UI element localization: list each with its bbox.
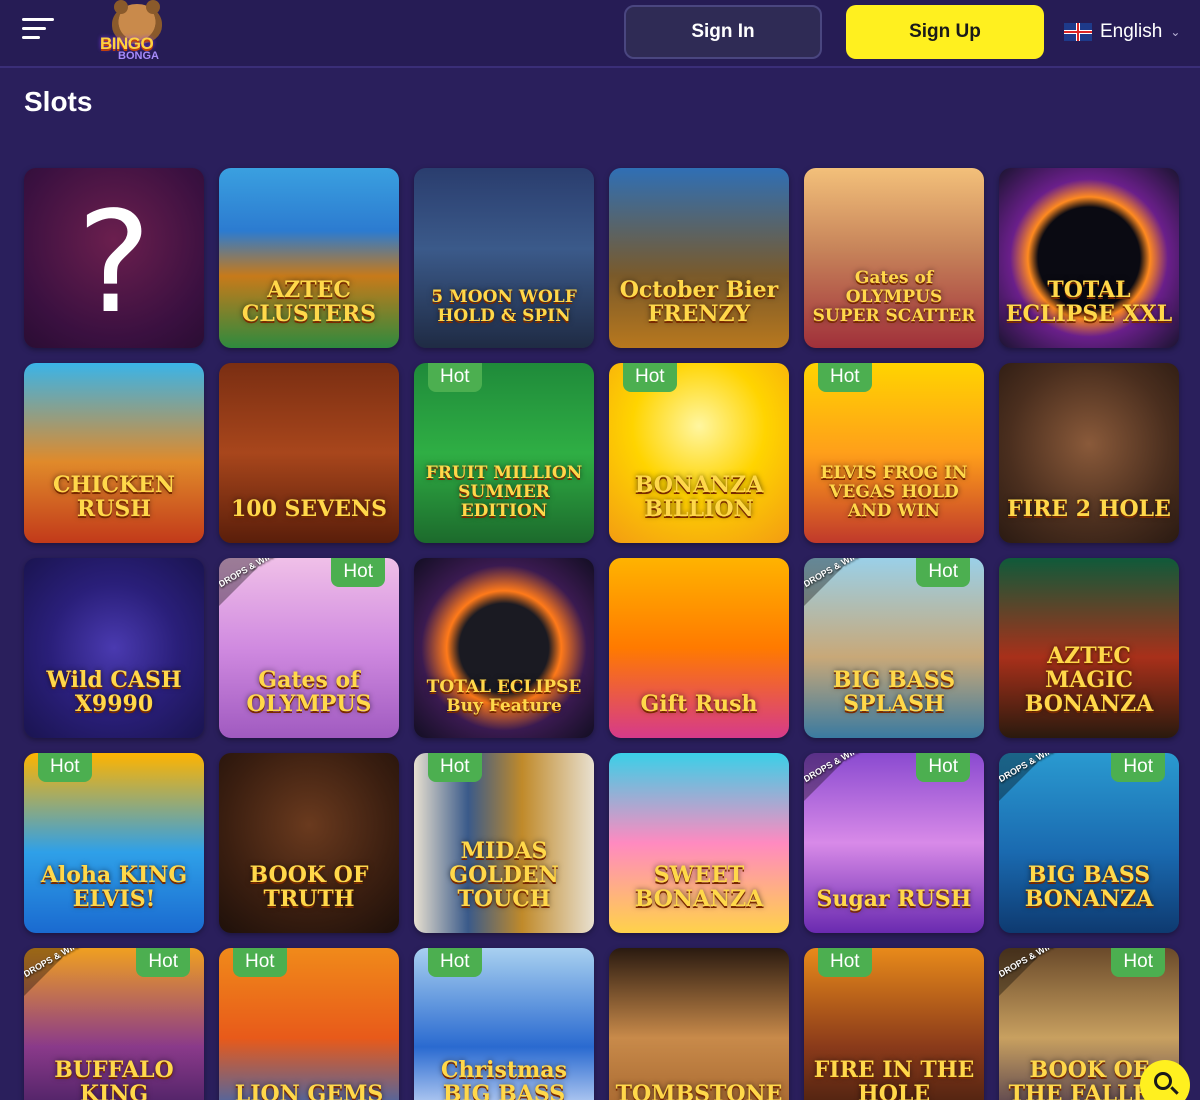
hot-badge: Hot [1111,948,1165,977]
game-tile[interactable]: BIG BASS SPLASH DROPS & WINS Hot [804,558,984,738]
game-title: Gates of OLYMPUS SUPER SCATTER [812,268,976,326]
game-title: FIRE 2 HOLE [1007,496,1171,522]
game-title: FIRE IN THE HOLE [813,1057,975,1100]
game-tile[interactable]: BOOK OF TRUTH [219,753,399,933]
game-title: 5 MOON WOLF HOLD & SPIN [431,287,577,326]
game-tile[interactable]: TOTAL ECLIPSE Buy Feature [414,558,594,738]
game-tile[interactable]: FRUIT MILLION SUMMER EDITION Hot [414,363,594,543]
game-title: CHICKEN RUSH [52,472,176,522]
game-title: Gates of OLYMPUS [246,667,372,717]
hot-badge: Hot [1111,753,1165,782]
game-title: Gift Rush [640,691,758,717]
game-tile[interactable]: AZTEC CLUSTERS [219,168,399,348]
hot-badge: Hot [916,558,970,587]
sign-in-button[interactable]: Sign In [624,5,822,59]
game-title: AZTEC MAGIC BONANZA [1024,643,1154,717]
game-title: FRUIT MILLION SUMMER EDITION [425,463,583,521]
game-title: BONANZA BILLION [634,472,764,522]
question-mark-icon: ? [76,182,152,345]
hot-badge: Hot [428,363,482,392]
game-tile[interactable]: FIRE IN THE HOLE Hot [804,948,984,1100]
game-tile[interactable]: CHICKEN RUSH [24,363,204,543]
site-logo[interactable]: BINGO BONGA [90,0,190,64]
uk-flag-icon [1064,23,1092,41]
game-title: BIG BASS BONANZA [1024,862,1154,912]
hot-badge: Hot [331,558,385,587]
game-title: Christmas BIG BASS [441,1057,567,1100]
game-title: Wild CASH X9990 [46,667,182,717]
game-title: BUFFALO KING [54,1057,174,1100]
hot-badge: Hot [818,363,872,392]
hot-badge: Hot [916,753,970,782]
game-title: AZTEC CLUSTERS [241,277,377,327]
hot-badge: Hot [428,753,482,782]
game-tile[interactable]: TOMBSTONE [609,948,789,1100]
top-header: BINGO BONGA Sign In Sign Up English ⌄ [0,0,1200,68]
game-tile[interactable]: 5 MOON WOLF HOLD & SPIN [414,168,594,348]
game-title: ELVIS FROG IN VEGAS HOLD AND WIN [820,463,968,521]
hot-badge: Hot [623,363,677,392]
game-tile[interactable]: Gates of OLYMPUS DROPS & WINS Hot [219,558,399,738]
hamburger-menu-icon[interactable] [22,18,56,46]
game-tile[interactable]: 100 SEVENS [219,363,399,543]
game-tile[interactable]: October Bier FRENZY [609,168,789,348]
language-selector[interactable]: English ⌄ [1064,18,1180,46]
game-tile[interactable]: Gift Rush [609,558,789,738]
game-tile[interactable]: Christmas BIG BASS Hot [414,948,594,1100]
game-tile[interactable]: Wild CASH X9990 [24,558,204,738]
game-title: TOTAL ECLIPSE XXL [1005,277,1173,327]
game-tile[interactable]: BUFFALO KING DROPS & WINS Hot [24,948,204,1100]
game-title: BOOK OF TRUTH [249,862,369,912]
game-title: SWEET BONANZA [634,862,764,912]
hot-badge: Hot [428,948,482,977]
search-icon [1154,1072,1172,1090]
game-tile[interactable]: FIRE 2 HOLE [999,363,1179,543]
hot-badge: Hot [136,948,190,977]
hot-badge: Hot [38,753,92,782]
game-tile[interactable]: SWEET BONANZA [609,753,789,933]
game-title: October Bier FRENZY [619,277,779,327]
sign-up-button[interactable]: Sign Up [846,5,1044,59]
logo-subtext: BONGA [118,50,159,62]
game-tile[interactable]: LION GEMS Hot [219,948,399,1100]
game-tile[interactable]: ? [24,168,204,348]
game-tile[interactable]: MIDAS GOLDEN TOUCH Hot [414,753,594,933]
game-tile[interactable]: BIG BASS BONANZA DROPS & WINS Hot [999,753,1179,933]
game-tile[interactable]: BONANZA BILLION Hot [609,363,789,543]
page-title: Slots [24,86,93,117]
hot-badge: Hot [818,948,872,977]
game-tile[interactable]: TOTAL ECLIPSE XXL [999,168,1179,348]
hot-badge: Hot [233,948,287,977]
game-tile[interactable]: Sugar RUSH DROPS & WINS Hot [804,753,984,933]
game-title: Aloha KING ELVIS! [40,862,188,912]
game-tile[interactable]: Gates of OLYMPUS SUPER SCATTER [804,168,984,348]
game-tile[interactable]: Aloha KING ELVIS! Hot [24,753,204,933]
game-tile[interactable]: AZTEC MAGIC BONANZA [999,558,1179,738]
game-title: TOTAL ECLIPSE Buy Feature [426,677,582,716]
search-button[interactable] [1140,1060,1190,1100]
game-title: LION GEMS [234,1081,384,1100]
game-tile[interactable]: ELVIS FROG IN VEGAS HOLD AND WIN Hot [804,363,984,543]
game-title: TOMBSTONE [615,1081,783,1100]
language-label: English [1100,21,1163,42]
game-title: MIDAS GOLDEN TOUCH [449,838,559,912]
chevron-down-icon: ⌄ [1170,25,1181,39]
game-title: BIG BASS SPLASH [832,667,956,717]
game-title: 100 SEVENS [230,496,388,522]
game-title: Sugar RUSH [816,886,972,912]
